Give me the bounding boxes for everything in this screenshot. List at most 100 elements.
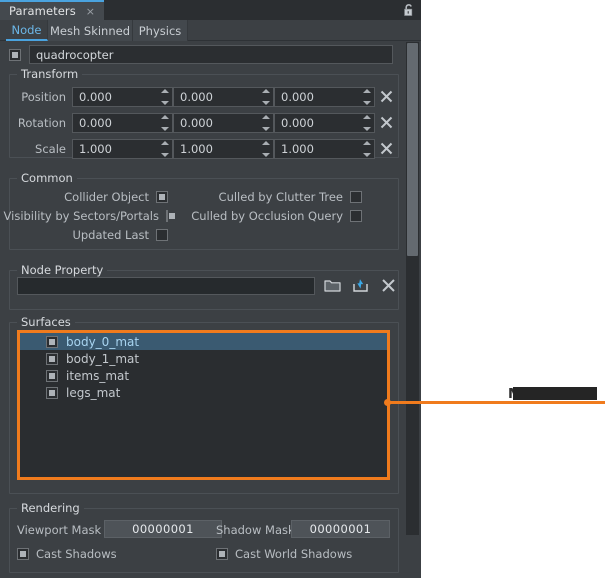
surface-enabled-checkbox[interactable] <box>46 353 58 365</box>
cast-shadows-checkbox[interactable] <box>17 548 29 560</box>
cast-world-shadows-row[interactable]: Cast World Shadows <box>216 547 359 561</box>
surfaces-list[interactable]: body_0_mat body_1_mat items_mat legs_mat <box>17 330 390 480</box>
import-arrow-icon[interactable] <box>351 276 370 295</box>
node-name-row: quadrocopter <box>9 45 399 64</box>
surface-enabled-checkbox[interactable] <box>46 336 58 348</box>
unlock-icon[interactable] <box>402 3 416 17</box>
mode-tab-strip: Node Mesh Skinned Physics <box>0 20 421 41</box>
tab-mesh-skinned[interactable]: Mesh Skinned <box>48 20 133 41</box>
position-x-spinner[interactable] <box>160 89 170 105</box>
tab-physics[interactable]: Physics <box>133 20 188 41</box>
viewport-mask-field[interactable]: 00000001 <box>104 520 222 538</box>
common-group: Common Collider Object Visibility by Sec… <box>9 178 399 250</box>
parameters-panel: Parameters × Node Mesh Skinned Physics <box>0 0 421 578</box>
visibility-sectors-portals-label: Visibility by Sectors/Portals <box>4 209 159 223</box>
clear-x-icon[interactable] <box>379 276 398 295</box>
rotation-z-field[interactable]: 0.000 <box>274 113 375 133</box>
tab-physics-label: Physics <box>139 24 182 38</box>
position-y-value: 0.000 <box>174 90 213 104</box>
viewport-mask-label: Viewport Mask <box>17 523 101 537</box>
position-z-value: 0.000 <box>275 90 314 104</box>
node-name-field[interactable]: quadrocopter <box>29 45 393 64</box>
culled-clutter-tree-checkbox[interactable] <box>350 191 362 203</box>
position-row: Position 0.000 0.000 0.000 <box>10 87 400 107</box>
rotation-x-field[interactable]: 0.000 <box>72 113 173 133</box>
surface-label: body_1_mat <box>66 352 139 366</box>
visibility-sectors-portals-row[interactable]: Visibility by Sectors/Portals <box>10 209 168 223</box>
updated-last-checkbox[interactable] <box>156 229 168 241</box>
scale-row: Scale 1.000 1.000 1.000 <box>10 139 400 159</box>
callout-label-redaction <box>513 387 597 400</box>
visibility-sectors-portals-checkbox[interactable] <box>166 210 168 222</box>
list-item[interactable]: body_1_mat <box>20 350 387 367</box>
scale-label: Scale <box>10 142 66 156</box>
node-name-value: quadrocopter <box>36 48 113 62</box>
tab-mesh-skinned-label: Mesh Skinned <box>50 24 130 38</box>
surface-label: items_mat <box>66 369 129 383</box>
cast-world-shadows-label: Cast World Shadows <box>235 547 352 561</box>
rotation-x-value: 0.000 <box>73 116 112 130</box>
window-tab-label: Parameters <box>9 4 76 18</box>
position-z-field[interactable]: 0.000 <box>274 87 375 107</box>
panel-scrollbar-track[interactable] <box>406 42 419 535</box>
updated-last-row[interactable]: Updated Last <box>10 228 168 242</box>
updated-last-label: Updated Last <box>72 228 149 242</box>
position-x-value: 0.000 <box>73 90 112 104</box>
rendering-group: Rendering Viewport Mask 00000001 Shadow … <box>9 508 399 573</box>
surfaces-group: Surfaces body_0_mat body_1_mat items_mat <box>9 322 399 494</box>
scale-z-field[interactable]: 1.000 <box>274 139 375 159</box>
node-property-value <box>18 282 23 296</box>
folder-open-icon[interactable] <box>323 276 342 295</box>
rotation-z-spinner[interactable] <box>362 115 372 131</box>
culled-occlusion-query-row[interactable]: Culled by Occlusion Query <box>190 209 362 223</box>
surfaces-group-title: Surfaces <box>17 315 75 329</box>
window-tab-bar: Parameters × <box>0 0 421 20</box>
shadow-mask-field[interactable]: 00000001 <box>291 520 390 538</box>
collider-object-checkbox[interactable] <box>156 191 168 203</box>
position-z-spinner[interactable] <box>362 89 372 105</box>
transform-group: Transform Position 0.000 0.000 0.000 <box>9 74 399 158</box>
rotation-y-value: 0.000 <box>174 116 213 130</box>
cast-shadows-row[interactable]: Cast Shadows <box>17 547 124 561</box>
scale-z-spinner[interactable] <box>362 141 372 157</box>
position-label: Position <box>10 90 66 104</box>
collider-object-label: Collider Object <box>64 190 149 204</box>
node-property-group-title: Node Property <box>17 263 107 277</box>
scale-y-spinner[interactable] <box>261 141 271 157</box>
close-icon[interactable]: × <box>86 5 95 18</box>
position-y-spinner[interactable] <box>261 89 271 105</box>
scale-x-field[interactable]: 1.000 <box>72 139 173 159</box>
tab-node[interactable]: Node <box>6 20 48 41</box>
position-y-field[interactable]: 0.000 <box>173 87 274 107</box>
window-tab-parameters[interactable]: Parameters × <box>0 0 104 20</box>
culled-occlusion-query-checkbox[interactable] <box>350 210 362 222</box>
position-x-field[interactable]: 0.000 <box>72 87 173 107</box>
rotation-y-spinner[interactable] <box>261 115 271 131</box>
scale-y-field[interactable]: 1.000 <box>173 139 274 159</box>
rotation-x-spinner[interactable] <box>160 115 170 131</box>
rotation-y-field[interactable]: 0.000 <box>173 113 274 133</box>
culled-clutter-tree-row[interactable]: Culled by Clutter Tree <box>190 190 362 204</box>
collider-object-row[interactable]: Collider Object <box>10 190 168 204</box>
node-enabled-checkbox[interactable] <box>9 49 21 61</box>
panel-scrollbar-thumb[interactable] <box>407 43 418 256</box>
transform-group-title: Transform <box>17 67 82 81</box>
surface-enabled-checkbox[interactable] <box>46 387 58 399</box>
screenshot-root: Parameters × Node Mesh Skinned Physics <box>0 0 605 578</box>
rotation-row: Rotation 0.000 0.000 0.000 <box>10 113 400 133</box>
surface-enabled-checkbox[interactable] <box>46 370 58 382</box>
list-item[interactable]: legs_mat <box>20 384 387 401</box>
list-item[interactable]: body_0_mat <box>20 333 387 350</box>
cast-shadows-label: Cast Shadows <box>36 547 117 561</box>
rotation-reset-icon[interactable] <box>380 116 393 129</box>
node-property-group: Node Property <box>9 270 399 310</box>
scale-x-spinner[interactable] <box>160 141 170 157</box>
list-item[interactable]: items_mat <box>20 367 387 384</box>
scale-z-value: 1.000 <box>275 142 314 156</box>
position-reset-icon[interactable] <box>380 90 393 103</box>
tab-node-label: Node <box>11 23 41 37</box>
cast-world-shadows-checkbox[interactable] <box>216 548 228 560</box>
scale-reset-icon[interactable] <box>380 142 393 155</box>
shadow-mask-label: Shadow Mask <box>216 523 295 537</box>
node-property-field[interactable] <box>17 277 315 295</box>
